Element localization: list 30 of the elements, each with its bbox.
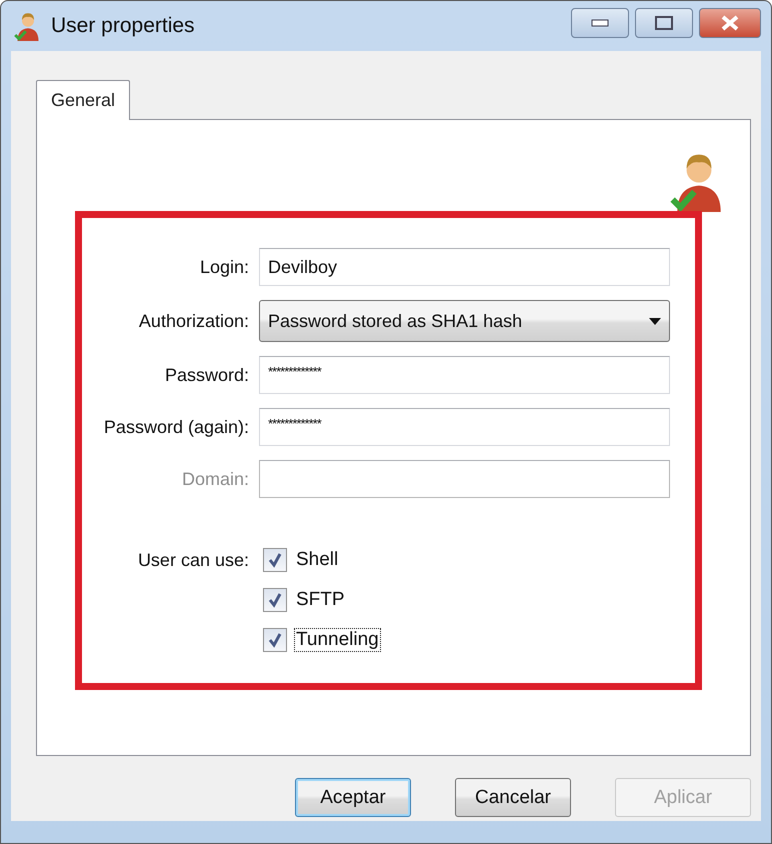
close-icon	[721, 15, 739, 31]
window-title: User properties	[51, 14, 196, 38]
input-field[interactable]: *************	[259, 408, 670, 446]
checkmark-icon	[267, 552, 283, 568]
input-field[interactable]: Devilboy	[259, 248, 670, 286]
checkbox[interactable]	[263, 588, 287, 612]
dialog-button[interactable]: Cancelar	[455, 778, 571, 817]
dropdown[interactable]: Password stored as SHA1 hash	[259, 300, 670, 342]
input-field[interactable]: *************	[259, 356, 670, 394]
field-label: Password (again):	[102, 416, 249, 438]
checkbox-label: Shell	[295, 549, 340, 571]
checkmark-icon	[267, 632, 283, 648]
checkbox[interactable]	[263, 628, 287, 652]
maximize-button[interactable]	[635, 8, 693, 38]
tab[interactable]: General	[36, 80, 130, 120]
caret-icon	[649, 318, 661, 324]
dialog-button[interactable]: Aceptar	[295, 778, 411, 817]
checkbox[interactable]	[263, 548, 287, 572]
close-button[interactable]	[699, 8, 761, 38]
minimize-icon	[591, 19, 609, 27]
minimize-button[interactable]	[571, 8, 629, 38]
field-label: Authorization:	[138, 310, 249, 332]
field-label: User can use:	[136, 549, 249, 571]
maximize-icon	[655, 16, 673, 30]
checkbox-label: Tunneling	[295, 629, 380, 651]
field-label: Domain:	[180, 468, 249, 490]
checkbox-label: SFTP	[295, 589, 346, 611]
checkmark-icon	[267, 592, 283, 608]
field-label: Password:	[164, 364, 249, 386]
field-label: Login:	[198, 256, 249, 278]
